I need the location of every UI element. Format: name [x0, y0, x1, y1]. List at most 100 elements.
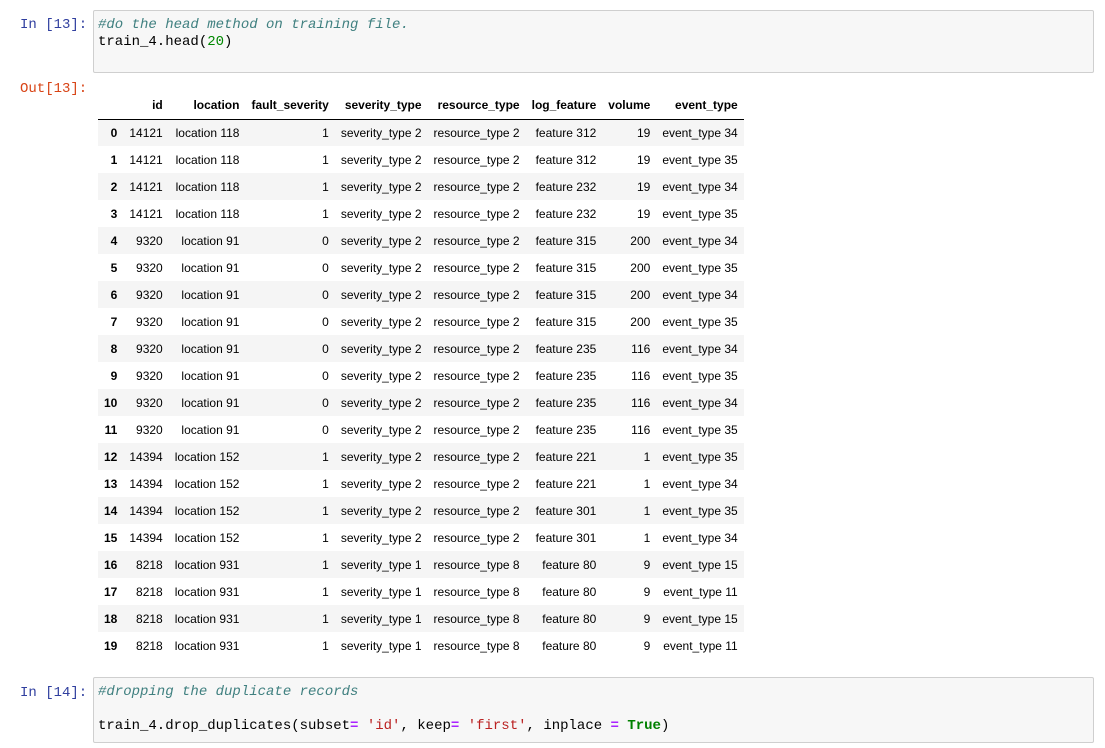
table-cell: 200	[630, 287, 651, 302]
input-prompt-13: In [13]:	[20, 17, 88, 33]
table-row: 7 9320 location 91 0 severity_type 2 resource…	[98, 308, 744, 335]
table-cell: 9320	[136, 341, 163, 356]
table-cell: resource_type 2	[433, 233, 520, 248]
table-cell: 19	[636, 179, 651, 194]
table-cell: location 152	[174, 476, 240, 491]
table-cell: 1	[322, 476, 329, 491]
table-cell: 9320	[136, 422, 163, 437]
row-index: 6	[110, 287, 118, 302]
code-text: train_4.drop_duplicates(subset	[98, 718, 351, 734]
table-cell: 9	[643, 638, 651, 653]
code-cell-13[interactable]: #do the head method on training file. tr…	[93, 10, 1094, 73]
table-cell: feature 315	[535, 287, 597, 302]
table-cell: 1	[322, 152, 329, 167]
code-text: , keep	[400, 718, 451, 734]
table-cell: resource_type 2	[433, 395, 520, 410]
table-cell: 14121	[129, 125, 163, 140]
table-cell: 9320	[136, 233, 163, 248]
table-cell: event_type 35	[662, 368, 738, 383]
table-row: 13 14394 location 152 1 severity_type 2 resou…	[98, 470, 744, 497]
table-cell: location 91	[181, 287, 240, 302]
table-cell: 200	[630, 260, 651, 275]
table-cell: 0	[322, 341, 329, 356]
table-cell: severity_type 2	[340, 260, 422, 275]
table-cell: 1	[322, 638, 329, 653]
table-body: 0 14121 location 118 1 severity_type 2 resour…	[98, 119, 744, 659]
table-cell: resource_type 2	[433, 314, 520, 329]
table-row: 12 14394 location 152 1 severity_type 2 resou…	[98, 443, 744, 470]
code-number: 20	[207, 34, 225, 50]
table-cell: event_type 35	[662, 206, 738, 221]
table-cell: location 931	[174, 584, 240, 599]
code-operator: =	[610, 718, 619, 734]
table-cell: resource_type 2	[433, 476, 520, 491]
table-cell: severity_type 2	[340, 341, 422, 356]
table-cell: 1	[322, 125, 329, 140]
table-cell: feature 235	[535, 395, 597, 410]
table-cell: 14394	[129, 530, 163, 545]
row-index: 5	[110, 260, 118, 275]
table-cell: resource_type 8	[433, 611, 520, 626]
row-index: 17	[104, 584, 118, 599]
table-cell: event_type 34	[662, 287, 738, 302]
table-cell: 0	[322, 368, 329, 383]
table-cell: feature 221	[535, 476, 597, 491]
code-cell-14[interactable]: #dropping the duplicate records train_4.…	[93, 677, 1094, 743]
table-cell: event_type 35	[662, 449, 738, 464]
table-cell: 9	[643, 611, 651, 626]
table-cell: location 91	[181, 368, 240, 383]
code-comment: #do the head method on training file.	[98, 17, 409, 33]
row-index: 7	[110, 314, 118, 329]
table-row: 6 9320 location 91 0 severity_type 2 resource…	[98, 281, 744, 308]
table-cell: resource_type 2	[433, 287, 520, 302]
table-row: 17 8218 location 931 1 severity_type 1 resour…	[98, 578, 744, 605]
table-cell: event_type 11	[663, 638, 738, 653]
row-index: 9	[110, 368, 118, 383]
table-cell: severity_type 2	[340, 395, 422, 410]
table-cell: feature 235	[535, 368, 597, 383]
table-cell: 9320	[136, 314, 163, 329]
table-cell: event_type 11	[663, 584, 738, 599]
table-cell: severity_type 1	[340, 557, 422, 572]
table-cell: feature 80	[542, 584, 597, 599]
table-cell: event_type 35	[662, 422, 738, 437]
table-cell: event_type 34	[662, 530, 738, 545]
table-cell: resource_type 8	[433, 638, 520, 653]
table-cell: severity_type 1	[340, 638, 422, 653]
table-cell: feature 315	[535, 260, 597, 275]
row-index: 3	[110, 206, 118, 221]
table-cell: resource_type 2	[433, 530, 520, 545]
table-cell: location 152	[174, 503, 240, 518]
table-cell: severity_type 2	[340, 287, 422, 302]
table-cell: feature 232	[535, 206, 597, 221]
table-row: 19 8218 location 931 1 severity_type 1 resour…	[98, 632, 744, 659]
table-cell: 0	[322, 422, 329, 437]
table-cell: resource_type 8	[433, 584, 520, 599]
table-cell: location 91	[181, 395, 240, 410]
table-cell: location 91	[181, 422, 240, 437]
column-header: resource_type	[427, 92, 526, 120]
table-cell: location 91	[181, 314, 240, 329]
table-cell: 9	[643, 584, 651, 599]
table-cell: 1	[322, 557, 329, 572]
table-cell: severity_type 2	[340, 503, 422, 518]
table-cell: 1	[643, 503, 651, 518]
table-cell: 1	[643, 449, 651, 464]
table-cell: resource_type 2	[433, 179, 520, 194]
table-row: 5 9320 location 91 0 severity_type 2 resource…	[98, 254, 744, 281]
table-row: 16 8218 location 931 1 severity_type 1 resour…	[98, 551, 744, 578]
table-cell: 14121	[129, 152, 163, 167]
table-cell: 8218	[136, 584, 163, 599]
table-cell: 14121	[129, 206, 163, 221]
table-cell: 8218	[136, 611, 163, 626]
column-header: location	[168, 92, 246, 120]
table-cell: 9320	[136, 395, 163, 410]
row-index: 16	[104, 557, 118, 572]
table-cell: event_type 35	[662, 314, 738, 329]
table-cell: 1	[322, 179, 329, 194]
row-index: 2	[110, 179, 118, 194]
table-cell: severity_type 2	[340, 314, 422, 329]
table-row: 10 9320 location 91 0 severity_type 2 resourc…	[98, 389, 744, 416]
table-cell: location 118	[175, 206, 240, 221]
row-index: 19	[104, 638, 118, 653]
